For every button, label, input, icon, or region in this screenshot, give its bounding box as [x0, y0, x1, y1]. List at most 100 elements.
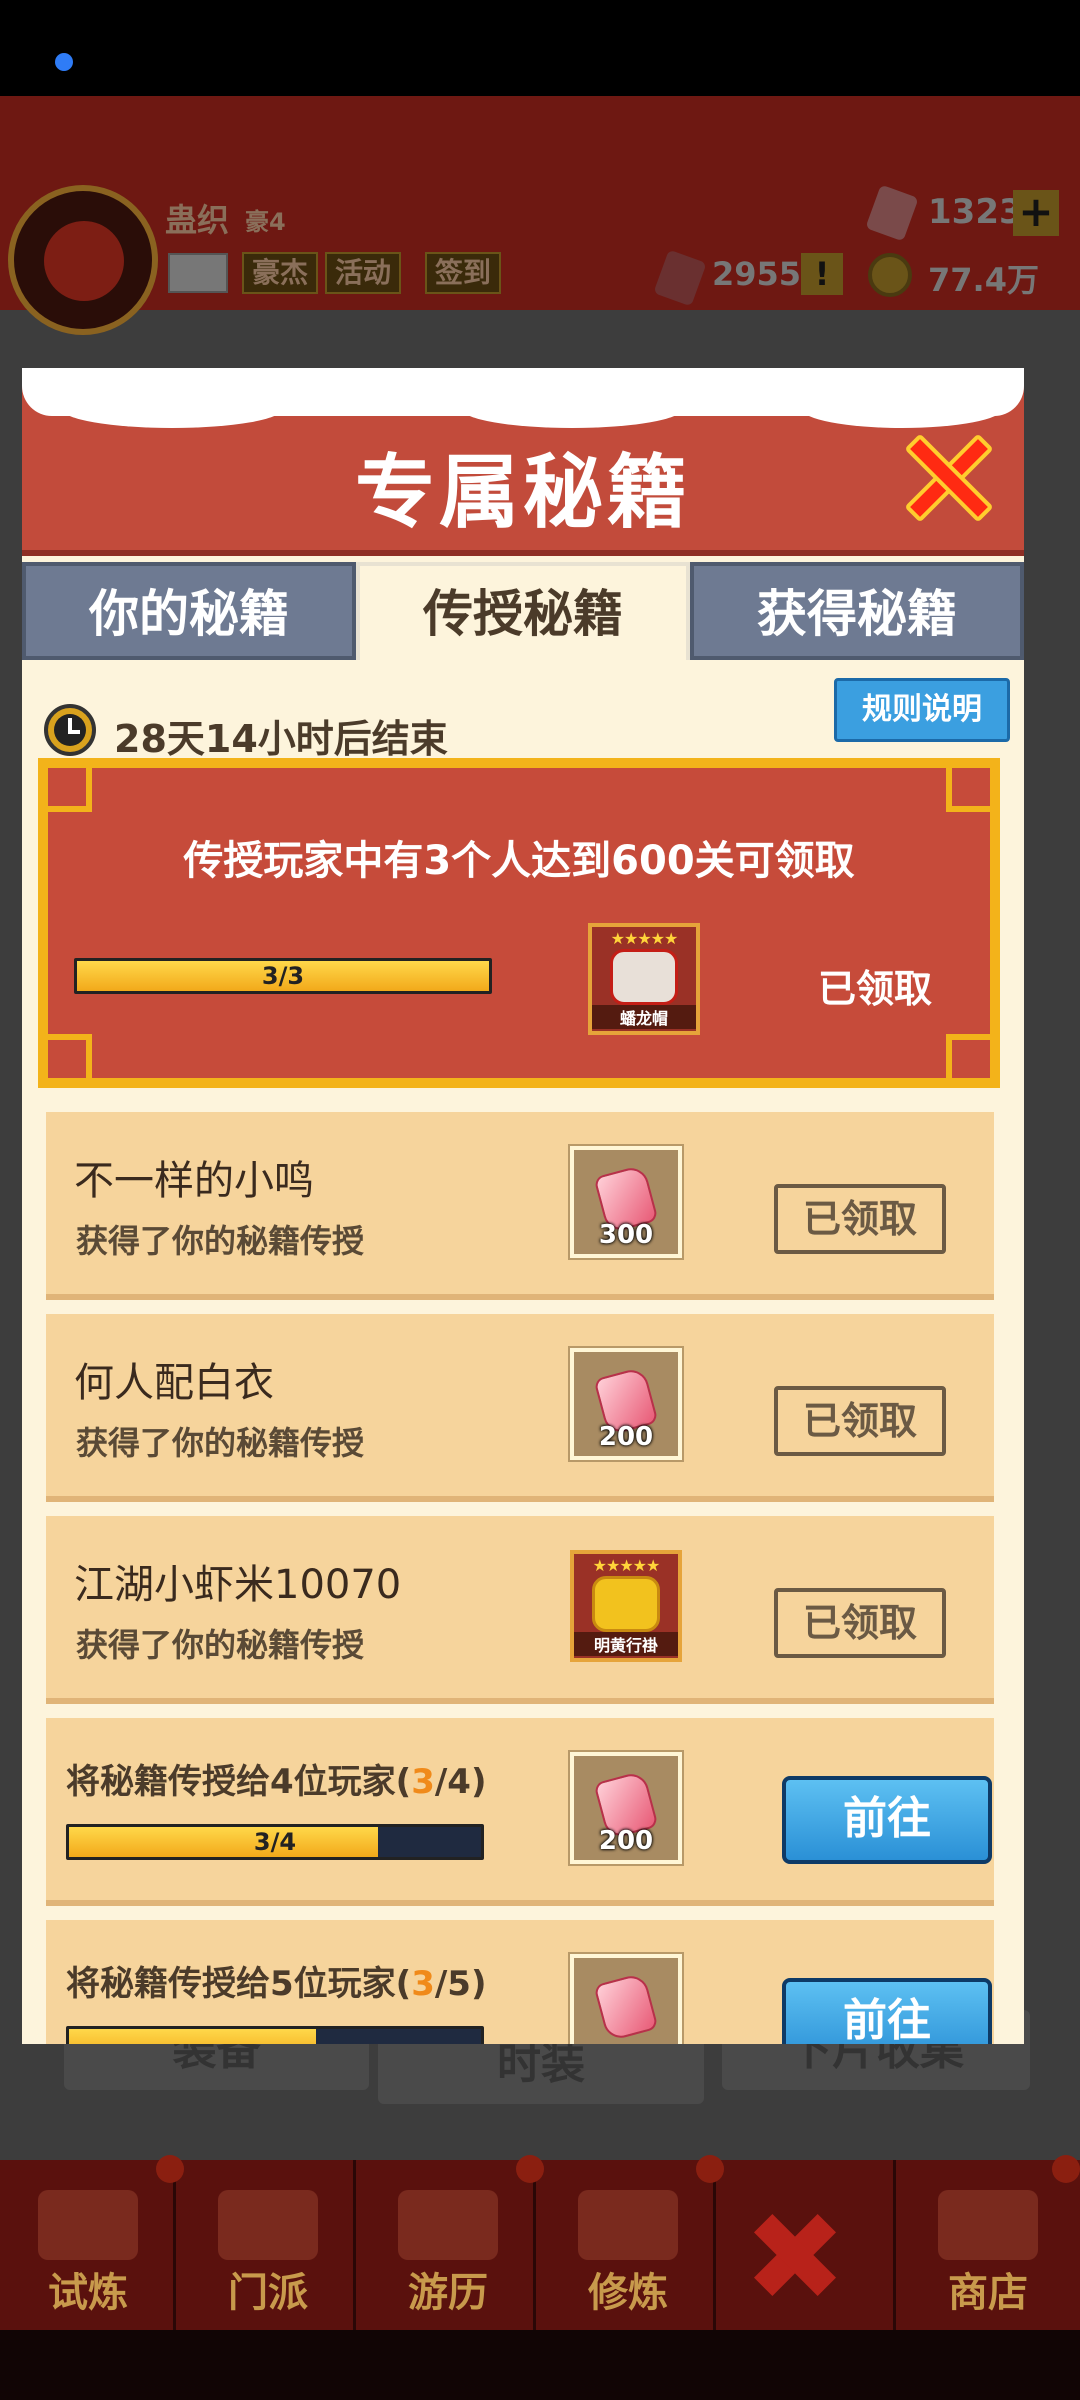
item-name: 明黄行褂	[574, 1632, 678, 1656]
nav-cultivate[interactable]: 修炼	[540, 2160, 716, 2330]
chip-events[interactable]: 活动	[325, 252, 402, 294]
player-name: 不一样的小鸣	[74, 1158, 314, 1204]
nav-shop[interactable]: 商店	[900, 2160, 1076, 2330]
nav-battle[interactable]	[720, 2160, 896, 2330]
go-button[interactable]: 前往	[782, 1776, 992, 1864]
chip-heroes[interactable]: 豪杰	[242, 252, 319, 294]
reward-item-gem[interactable]	[570, 1954, 682, 2044]
shop-icon	[938, 2190, 1038, 2260]
task-progress-bar	[66, 2026, 484, 2044]
snow-bump	[462, 390, 682, 428]
reward-item-robe[interactable]: ★★★★★ 明黄行褂	[570, 1550, 682, 1662]
row-subtitle: 获得了你的秘籍传授	[76, 1626, 365, 1664]
nav-travel-label: 游历	[408, 2270, 488, 2316]
progress-text: 3/4	[253, 1828, 297, 1856]
tab-obtained-secrets[interactable]: 获得秘籍	[690, 562, 1024, 660]
task-title-text: 将秘籍传授给4位玩家(	[66, 1762, 412, 1802]
dialog-title-bar: 专属秘籍	[22, 368, 1024, 556]
task-current-count: 3	[411, 1762, 435, 1802]
nav-trial-label: 试炼	[48, 2270, 128, 2316]
sect-icon	[218, 2190, 318, 2260]
nav-sect[interactable]: 门派	[180, 2160, 356, 2330]
dragon-hat-icon	[610, 949, 678, 1005]
nav-travel[interactable]: 游历	[360, 2160, 536, 2330]
row-subtitle: 获得了你的秘籍传授	[76, 1424, 365, 1462]
nav-shop-label: 商店	[948, 2270, 1028, 2316]
reward-qty: 300	[598, 1220, 654, 1250]
player-name: 江湖小虾米10070	[74, 1562, 402, 1608]
tab-teach-secrets[interactable]: 传授秘籍	[356, 562, 690, 660]
add-gems-button[interactable]: +	[1013, 190, 1059, 236]
claimed-stamp: 已领取	[774, 1184, 946, 1254]
travel-icon	[398, 2190, 498, 2260]
cultivate-icon	[578, 2190, 678, 2260]
snow-bump	[802, 390, 1002, 428]
reward-qty: 200	[598, 1826, 654, 1856]
task-title-suffix: /5)	[434, 1964, 487, 2004]
item-stars: ★★★★★	[610, 929, 679, 948]
reward-item-gem[interactable]: 200	[570, 1348, 682, 1460]
nav-badge-dot	[1052, 2155, 1080, 2183]
token-count: 2955	[712, 255, 802, 293]
item-name: 蟠龙帽	[592, 1005, 696, 1029]
dialog-title: 专属秘籍	[355, 446, 691, 539]
task-title-text: 将秘籍传授给5位玩家(	[66, 1964, 412, 2004]
task-row: 将秘籍传授给5位玩家(3/5) 前往	[46, 1920, 994, 2044]
go-button[interactable]: 前往	[782, 1978, 992, 2044]
game-header	[0, 96, 1080, 310]
reward-item-gem[interactable]: 300	[570, 1146, 682, 1258]
yellow-robe-icon	[592, 1576, 660, 1632]
nav-badge-dot	[156, 2155, 184, 2183]
nav-trial[interactable]: 试炼	[0, 2160, 176, 2330]
featured-status: 已领取	[818, 967, 933, 1011]
nav-badge-dot	[696, 2155, 724, 2183]
corner-ornament	[44, 1034, 92, 1082]
alert-icon[interactable]: !	[801, 253, 843, 295]
item-stars: ★★★★★	[592, 1556, 661, 1575]
task-row: 将秘籍传授给4位玩家(3/4) 3/4 200 前往	[46, 1718, 994, 1906]
progress-text: 3/3	[261, 962, 305, 990]
chip-checkin[interactable]: 签到	[425, 252, 502, 294]
list-item: 何人配白衣 获得了你的秘籍传授 200 已领取	[46, 1314, 994, 1502]
nav-cultivate-label: 修炼	[588, 2270, 668, 2316]
task-title: 将秘籍传授给5位玩家(3/5)	[66, 1956, 487, 2005]
player-name: 蛊织	[165, 201, 230, 239]
progress-fill	[69, 2029, 317, 2044]
featured-progress-bar: 3/3	[74, 958, 492, 994]
featured-reward-card: 传授玩家中有3个人达到600关可领取 3/3 ★★★★★ 蟠龙帽 已领取	[38, 758, 1000, 1088]
list-item: 江湖小虾米10070 获得了你的秘籍传授 ★★★★★ 明黄行褂 已领取	[46, 1516, 994, 1704]
task-current-count: 3	[411, 1964, 435, 2004]
close-button[interactable]	[902, 432, 994, 523]
mail-icon[interactable]	[168, 253, 228, 293]
coin-icon	[868, 253, 912, 297]
task-title: 将秘籍传授给4位玩家(3/4)	[66, 1754, 487, 1803]
status-bar	[0, 0, 1080, 96]
rules-button[interactable]: 规则说明	[834, 678, 1010, 742]
task-progress-bar: 3/4	[66, 1824, 484, 1860]
trial-icon	[38, 2190, 138, 2260]
avatar-face-icon	[44, 221, 124, 301]
coin-count: 77.4万	[928, 261, 1039, 299]
task-title-suffix: /4)	[434, 1762, 487, 1802]
list-item: 不一样的小鸣 获得了你的秘籍传授 300 已领取	[46, 1112, 994, 1300]
clock-icon	[44, 704, 96, 756]
player-name: 何人配白衣	[74, 1360, 274, 1406]
tab-your-secrets[interactable]: 你的秘籍	[22, 562, 356, 660]
notification-dot-icon	[55, 53, 73, 71]
reward-qty: 200	[598, 1422, 654, 1452]
claimed-stamp: 已领取	[774, 1588, 946, 1658]
nav-badge-dot	[516, 2155, 544, 2183]
gem-count: 1323	[928, 192, 1023, 232]
corner-ornament	[946, 764, 994, 812]
reward-item-dragon-hat[interactable]: ★★★★★ 蟠龙帽	[588, 923, 700, 1035]
exclusive-secrets-dialog: 专属秘籍 你的秘籍 传授秘籍 获得秘籍 28天14小时后结束 规则说明 传授玩家…	[22, 368, 1024, 2044]
player-avatar[interactable]	[8, 185, 158, 335]
corner-ornament	[44, 764, 92, 812]
claimed-stamp: 已领取	[774, 1386, 946, 1456]
system-nav-bar	[0, 2330, 1080, 2400]
row-subtitle: 获得了你的秘籍传授	[76, 1222, 365, 1260]
nav-sect-label: 门派	[228, 2270, 308, 2316]
corner-ornament	[946, 1034, 994, 1082]
featured-goal-text: 传授玩家中有3个人达到600关可领取	[183, 838, 855, 884]
reward-item-gem[interactable]: 200	[570, 1752, 682, 1864]
